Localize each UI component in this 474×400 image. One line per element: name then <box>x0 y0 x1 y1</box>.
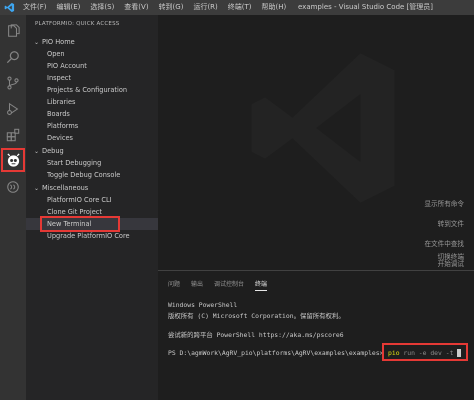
menu-selection[interactable]: 选择(S) <box>85 0 119 15</box>
highlight-box-command <box>382 343 468 361</box>
menu-run[interactable]: 运行(R) <box>188 0 222 15</box>
group-label: PIO Home <box>42 38 75 46</box>
tab-output[interactable]: 输出 <box>191 279 203 291</box>
sidebar-item-platformio-core-cli[interactable]: PlatformIO Core CLI <box>26 194 158 206</box>
window-title: examples - Visual Studio Code [管理员] <box>298 3 434 11</box>
tab-debug-console[interactable]: 调试控制台 <box>214 279 244 291</box>
run-debug-icon[interactable] <box>3 99 23 119</box>
item-label: Platforms <box>47 122 79 130</box>
sidebar-item-pio-account[interactable]: PIO Account <box>26 60 158 72</box>
menu-help[interactable]: 帮助(H) <box>257 0 292 15</box>
item-label: Libraries <box>47 98 76 106</box>
vscode-watermark-icon <box>251 53 395 203</box>
sidebar-item-devices[interactable]: Devices <box>26 132 158 144</box>
item-label: PlatformIO Core CLI <box>47 196 112 204</box>
terminal-prompt: PS D:\agmWork\AgRV_pio\platforms\AgRV\ex… <box>168 349 384 357</box>
item-label: PIO Account <box>47 62 87 70</box>
terminal-line-2: 版权所有 (C) Microsoft Corporation。保留所有权利。 <box>168 312 345 320</box>
item-label: Toggle Debug Console <box>47 171 121 179</box>
sidebar-item-open[interactable]: Open <box>26 48 158 60</box>
shortcut-show-all-commands: 显示所有命令 <box>424 200 464 208</box>
item-label: Devices <box>47 134 73 142</box>
item-label: Start Debugging <box>47 159 102 167</box>
sidebar-item-platforms[interactable]: Platforms <box>26 120 158 132</box>
menu-terminal[interactable]: 终端(T) <box>223 0 257 15</box>
item-label: Boards <box>47 110 70 118</box>
group-debug[interactable]: ⌄ Debug <box>26 145 158 157</box>
group-miscellaneous[interactable]: ⌄ Miscellaneous <box>26 182 158 194</box>
extensions-icon[interactable] <box>3 125 23 145</box>
sidebar-title: PLATFORMIO: QUICK ACCESS <box>35 21 120 27</box>
menu-file[interactable]: 文件(F) <box>18 0 52 15</box>
bottom-panel: 问题 输出 调试控制台 终端 Windows PowerShell 版权所有 (… <box>158 270 474 400</box>
terminal-line-3: 尝试新的跨平台 PowerShell https://aka.ms/pscore… <box>168 331 344 339</box>
tab-terminal[interactable]: 终端 <box>255 279 268 291</box>
menu-go[interactable]: 转到(G) <box>154 0 189 15</box>
title-bar: 文件(F) 编辑(E) 选择(S) 查看(V) 转到(G) 运行(R) 终端(T… <box>0 0 474 15</box>
group-pio-home[interactable]: ⌄ PIO Home <box>26 36 158 48</box>
item-label: Open <box>47 50 65 58</box>
menu-edit[interactable]: 编辑(E) <box>52 0 86 15</box>
menu-view[interactable]: 查看(V) <box>119 0 153 15</box>
explorer-icon[interactable] <box>3 21 23 41</box>
group-label: Miscellaneous <box>42 184 89 192</box>
editor-area: 显示所有命令 转到文件 在文件中查找 开始调试 <box>158 15 474 270</box>
item-label: Inspect <box>47 74 72 82</box>
tab-problems[interactable]: 问题 <box>168 279 180 291</box>
activity-bar <box>0 15 26 400</box>
highlight-box-new-terminal <box>40 216 120 232</box>
shortcut-toggle-terminal: 切换终端 <box>437 253 464 261</box>
group-label: Debug <box>42 147 64 155</box>
sidebar-item-start-debugging[interactable]: Start Debugging <box>26 157 158 169</box>
sidebar-item-toggle-debug-console[interactable]: Toggle Debug Console <box>26 169 158 181</box>
sidebar-item-libraries[interactable]: Libraries <box>26 96 158 108</box>
terminal-line-1: Windows PowerShell <box>168 301 238 309</box>
vscode-logo-icon <box>0 0 18 15</box>
item-label: Projects & Configuration <box>47 86 128 94</box>
menu-bar: 文件(F) 编辑(E) 选择(S) 查看(V) 转到(G) 运行(R) 终端(T… <box>18 0 291 15</box>
shortcut-find-in-files: 在文件中查找 <box>424 240 464 248</box>
item-label: Upgrade PlatformIO Core <box>47 232 130 240</box>
panel-tabs: 问题 输出 调试控制台 终端 <box>168 279 278 291</box>
sidebar-item-projects-configuration[interactable]: Projects & Configuration <box>26 84 158 96</box>
item-label: Clone Git Project <box>47 208 102 216</box>
sidebar-item-boards[interactable]: Boards <box>26 108 158 120</box>
sidebar-item-inspect[interactable]: Inspect <box>26 72 158 84</box>
source-control-icon[interactable] <box>3 73 23 93</box>
shortcut-go-to-file: 转到文件 <box>437 220 464 228</box>
search-icon[interactable] <box>3 47 23 67</box>
remote-icon[interactable] <box>3 177 23 197</box>
platformio-sidebar: PLATFORMIO: QUICK ACCESS ⌄ PIO Home Open … <box>26 15 158 400</box>
platformio-icon[interactable] <box>1 148 25 172</box>
